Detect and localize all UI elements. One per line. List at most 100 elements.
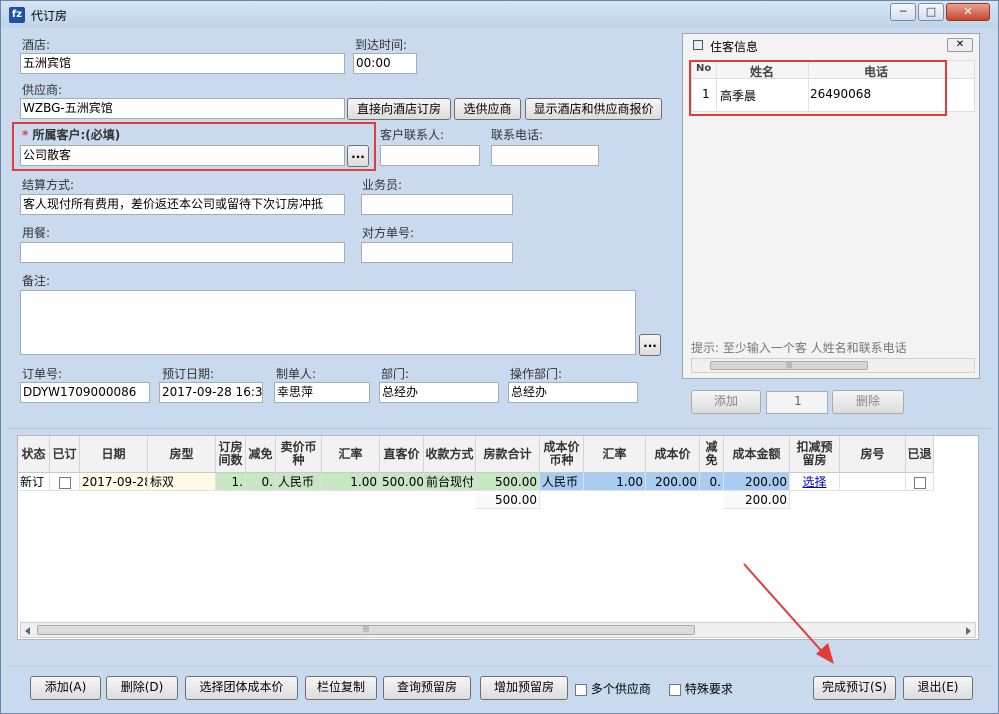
title-bar: fz 代订房 ─ □ ✕ [1, 1, 998, 27]
minimize-button[interactable]: ─ [890, 3, 916, 21]
cell-rooms[interactable]: 1. [216, 473, 246, 491]
op-dept-label: 操作部门: [510, 367, 563, 381]
cell-status[interactable]: 新订 [18, 473, 50, 491]
salesman-field[interactable] [361, 194, 513, 215]
other-no-field[interactable] [361, 242, 513, 263]
grid-scroll-thumb[interactable]: ||| [37, 625, 695, 635]
arrival-time-field[interactable]: 00:00 [353, 53, 417, 74]
section-divider [8, 428, 991, 429]
hotel-field[interactable]: 五洲宾馆 [20, 53, 345, 74]
grid-header: 成本价币种 [540, 436, 584, 473]
grid-header: 状态 [18, 436, 50, 473]
phone-field[interactable] [491, 145, 599, 166]
customer-field[interactable]: 公司散客 [20, 145, 345, 166]
panel-icon [693, 40, 703, 50]
maker-label: 制单人: [276, 367, 317, 381]
booked-checkbox[interactable] [58, 476, 71, 489]
close-button[interactable]: ✕ [946, 3, 990, 21]
supplier-field[interactable]: WZBG-五洲宾馆 [20, 98, 345, 119]
customer-browse-button[interactable]: ... [347, 145, 369, 167]
cell-cost-discount[interactable]: 0. [700, 473, 724, 491]
grid-header: 日期 [80, 436, 148, 473]
maximize-button[interactable]: □ [918, 3, 944, 21]
cell-discount[interactable]: 0. [246, 473, 276, 491]
order-no-label: 订单号: [22, 367, 63, 381]
required-star: * [22, 128, 29, 142]
cell-pay-method[interactable]: 前台现付 [424, 473, 476, 491]
guest-hint: 提示: 至少输入一个客 人姓名和联系电话 [691, 341, 907, 355]
select-supplier-button[interactable]: 选供应商 [454, 98, 521, 120]
guest-scroll-thumb[interactable]: ||| [710, 361, 868, 370]
remark-field[interactable] [20, 290, 636, 355]
book-date-label: 预订日期: [162, 367, 215, 381]
grid-header: 汇率 [584, 436, 646, 473]
remark-browse-button[interactable]: ... [639, 334, 661, 356]
special-req-label: 特殊要求 [684, 682, 733, 696]
delete-row-button[interactable]: 删除(D) [106, 676, 178, 700]
cell-rate[interactable]: 1.00 [322, 473, 380, 491]
order-no-field[interactable]: DDYW1709000086 [20, 382, 150, 403]
add-row-button[interactable]: 添加(A) [30, 676, 101, 700]
scroll-left-icon[interactable] [25, 627, 30, 635]
query-reserved-button[interactable]: 查询预留房 [383, 676, 471, 700]
settle-field[interactable]: 客人现付所有费用，差价返还本公司或留待下次订房冲抵 [20, 194, 345, 215]
remark-label: 备注: [22, 274, 51, 288]
cell-direct-price[interactable]: 500.00 [380, 473, 424, 491]
grid-header: 已订 [50, 436, 80, 473]
customer-label: * 所属客户:(必填) [22, 126, 120, 143]
scroll-right-icon[interactable] [966, 627, 971, 635]
guest-panel-title: 住客信息 [710, 40, 759, 54]
cell-room-no[interactable] [840, 473, 906, 491]
cell-cost-price[interactable]: 200.00 [646, 473, 700, 491]
phone-label: 联系电话: [491, 128, 544, 142]
op-dept-field[interactable]: 总经办 [508, 382, 638, 403]
grid-header: 成本金额 [724, 436, 790, 473]
settle-label: 结算方式: [22, 178, 75, 192]
multi-supplier-checkbox[interactable] [575, 683, 587, 696]
book-date-field[interactable]: 2017-09-28 16:33 [159, 382, 263, 403]
app-icon: fz [9, 7, 25, 23]
guest-delete-button[interactable]: 删除 [832, 390, 904, 414]
direct-booking-button[interactable]: 直接向酒店订房 [347, 98, 451, 120]
add-reserved-button[interactable]: 增加预留房 [480, 676, 568, 700]
guest-highlight-box [689, 60, 947, 116]
returned-checkbox[interactable] [913, 476, 926, 489]
total-cost-amount: 200.00 [724, 491, 790, 509]
copy-columns-button[interactable]: 栏位复制 [305, 676, 377, 700]
cell-room-type[interactable]: 标双 [148, 473, 216, 491]
supplier-label: 供应商: [22, 83, 63, 97]
grid-header: 订房间数 [216, 436, 246, 473]
show-prices-button[interactable]: 显示酒店和供应商报价 [525, 98, 662, 120]
special-req-option[interactable]: 特殊要求 [669, 680, 733, 697]
grid-header: 成本价 [646, 436, 700, 473]
cell-returned-checkbox[interactable] [906, 473, 934, 491]
guest-info-panel: 住客信息 ✕ No 姓名 电话 1 高季晨 26490068 提示: 至少输入一… [682, 33, 980, 379]
cell-booked-checkbox[interactable] [50, 473, 80, 491]
cell-date[interactable]: 2017-09-28 [80, 473, 148, 491]
dept-field[interactable]: 总经办 [379, 382, 499, 403]
cell-room-total[interactable]: 500.00 [476, 473, 540, 491]
cell-cost-currency[interactable]: 人民币 [540, 473, 584, 491]
maker-field[interactable]: 幸思萍 [274, 382, 370, 403]
contact-field[interactable] [380, 145, 480, 166]
exit-button[interactable]: 退出(E) [903, 676, 973, 700]
multi-supplier-option[interactable]: 多个供应商 [575, 680, 651, 697]
select-group-cost-button[interactable]: 选择团体成本价 [185, 676, 298, 700]
cell-sell-currency[interactable]: 人民币 [276, 473, 322, 491]
cell-cost-rate[interactable]: 1.00 [584, 473, 646, 491]
guest-add-button[interactable]: 添加 [691, 390, 761, 414]
guest-panel-close-icon[interactable]: ✕ [947, 38, 973, 52]
special-req-checkbox[interactable] [669, 683, 681, 696]
complete-booking-button[interactable]: 完成预订(S) [813, 676, 896, 700]
total-room-amount: 500.00 [476, 491, 540, 509]
cell-cost-amount[interactable]: 200.00 [724, 473, 790, 491]
grid-header: 直客价 [380, 436, 424, 473]
footer-divider [8, 666, 991, 667]
guest-count-field[interactable]: 1 [766, 391, 828, 414]
meal-field[interactable] [20, 242, 345, 263]
guest-hscrollbar[interactable]: ||| [691, 358, 975, 373]
grid-header: 减免 [246, 436, 276, 473]
meal-label: 用餐: [22, 226, 51, 240]
reserve-select-link[interactable]: 选择 [790, 473, 840, 491]
salesman-label: 业务员: [362, 178, 403, 192]
